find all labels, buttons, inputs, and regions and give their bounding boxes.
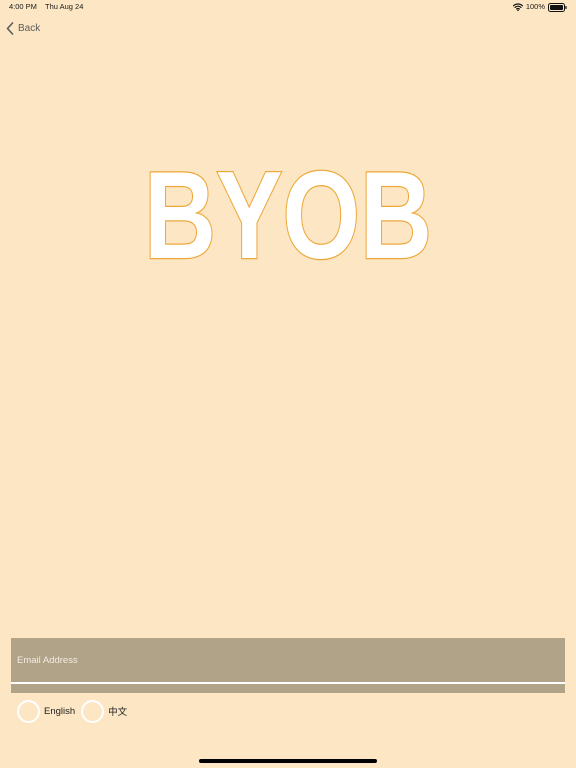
status-left: 4:00 PM Thu Aug 24 (9, 0, 83, 14)
status-bar: 4:00 PM Thu Aug 24 100% (0, 0, 576, 14)
chevron-left-icon (6, 21, 14, 35)
language-option-english[interactable]: English (17, 699, 76, 723)
back-label: Back (18, 22, 41, 34)
status-right: 100% (512, 0, 567, 14)
email-underline (11, 682, 565, 684)
battery-icon (548, 2, 567, 12)
language-label-chinese: 中文 (108, 707, 128, 718)
language-label-english: English (44, 705, 76, 717)
language-option-chinese[interactable]: 中文 (81, 699, 128, 723)
radio-english[interactable] (17, 699, 40, 723)
email-field-container (11, 638, 565, 693)
logo-text: BYOB (144, 147, 432, 280)
battery-percent: 100% (525, 2, 545, 11)
home-indicator[interactable] (199, 759, 377, 763)
app-logo: BYOB (100, 140, 476, 280)
language-selector: English 中文 (17, 697, 127, 725)
email-field[interactable] (11, 638, 565, 682)
status-time: 4:00 PM (9, 2, 37, 11)
radio-chinese[interactable] (81, 699, 105, 723)
wifi-icon (512, 3, 523, 11)
status-date: Thu Aug 24 (45, 2, 84, 11)
back-button[interactable]: Back (6, 19, 40, 37)
